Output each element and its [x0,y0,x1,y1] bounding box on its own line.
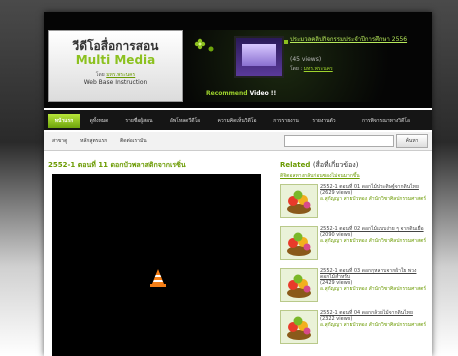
web-page: วีดีโอสื่อการสอน Multi Media โดย มทร.พระ… [44,12,432,356]
logo-tagline: Web Base Instruction [83,79,148,86]
fruit-basket-icon [287,190,311,214]
related-title-text: Related [280,161,311,169]
recommend-by-prefix: โดย : [290,66,303,72]
nav-item-home[interactable]: หน้าแรก [48,114,80,128]
recommend-views: (45 views) [290,56,322,63]
subnav-item-2[interactable]: หลักสูตรแรก [80,137,107,145]
recommend-panel: Recommend Video !! ประมวลคลิปกิจกรรมประจ… [184,30,428,102]
related-subtitle-link[interactable]: ดิจิตอลทางกลับก่อนซองไม่จนมากขึ้น [280,172,360,180]
related-item[interactable]: 2552-1 ตอนที่ 01 ดอกไม้ประดิษฐ์จากดินไทย… [280,184,428,220]
fruit-basket-icon [287,274,311,298]
nav-item-upload[interactable]: อัพโหลดวีดีโอ [164,114,206,128]
site-logo[interactable]: วีดีโอสื่อการสอน Multi Media โดย มทร.พระ… [48,30,183,102]
related-item-author[interactable]: อ.สุกัญญา สายบัวทอง สำนักวิชาศิลปกรรมศาส… [320,322,428,328]
flower-icon [194,38,206,50]
related-item[interactable]: 2552-1 ตอนที่ 04 ดอกกล้วยไม้จากดินไทย (2… [280,310,428,346]
nav-item-comments[interactable]: ความคิดเห็นวิดีโอ [210,114,264,128]
recommend-video-link[interactable]: ประมวลคลิปกิจกรรมประจำปีการศึกษา 2556 [290,36,424,44]
sub-nav: สาขาดู หลักสูตรแรก ติดต่อเรามัน ค้นหา [44,132,432,151]
related-item[interactable]: 2552-1 ตอนที่ 03 ดอกกุหลาบจากผ้าใย พวงดอ… [280,268,428,304]
fruit-basket-icon [287,232,311,256]
nav-item-review[interactable]: การพิจารณาทางวิดีโอ [346,114,426,128]
subnav-item-1[interactable]: สาขาดู [52,137,67,145]
bullet-icon [284,40,288,44]
subnav-item-3[interactable]: ติดต่อเรามัน [120,137,147,145]
related-thumbnail[interactable] [280,184,318,218]
video-player[interactable] [52,174,261,356]
related-item-author[interactable]: อ.สุกัญญา สายบัวทอง สำนักวิชาศิลปกรรมศาส… [320,196,428,202]
related-heading: Related (สื่อที่เกี่ยวข้อง) [280,160,358,171]
related-item-text: 2552-1 ตอนที่ 03 ดอกกุหลาบจากผ้าใย พวงดอ… [320,268,428,292]
related-thumbnail[interactable] [280,226,318,260]
related-thumbnail[interactable] [280,310,318,344]
logo-subtitle: Multi Media [75,53,156,67]
logo-by-link[interactable]: มทร.พระนคร [106,72,135,78]
recommend-label-suffix: Video !! [249,90,277,97]
recommend-label: Recommend Video !! [206,90,276,97]
recommend-by-link[interactable]: มทร.พระนคร [304,66,333,72]
search-input[interactable] [284,135,394,147]
related-item-title[interactable]: 2552-1 ตอนที่ 03 ดอกกุหลาบจากผ้าใย พวงดอ… [320,268,428,280]
related-item-author[interactable]: อ.สุกัญญา สายบัวทอง สำนักวิชาศิลปกรรมศาส… [320,286,428,292]
main-nav: หน้าแรก ดูทั้งหมด รายชื่อผู้สอน อัพโหลดว… [44,110,432,130]
thumbnail-screen [242,44,276,66]
video-title: 2552-1 ตอนที่ 11 ดอกบัวพลาสติกจากเรซิ่น [48,161,186,169]
related-item-author[interactable]: อ.สุกัญญา สายบัวทอง สำนักวิชาศิลปกรรมศาส… [320,238,428,244]
related-item-text: 2552-1 ตอนที่ 04 ดอกกล้วยไม้จากดินไทย (2… [320,310,428,328]
related-item-text: 2552-1 ตอนที่ 01 ดอกไม้ประดิษฐ์จากดินไทย… [320,184,428,202]
screenshot-frame: วีดีโอสื่อการสอน Multi Media โดย มทร.พระ… [0,0,458,356]
nav-item-all[interactable]: ดูทั้งหมด [84,114,114,128]
fruit-basket-icon [287,316,311,340]
nav-item-register[interactable]: รายงานตัว [306,114,342,128]
recommend-video-thumbnail[interactable] [234,36,284,78]
logo-by-prefix: โดย [95,72,105,78]
vlc-cone-icon [150,269,166,287]
related-thumbnail[interactable] [280,268,318,302]
related-item[interactable]: 2552-1 ตอนที่ 02 ดอกไม้แบบง่าย ๆ จากดินเ… [280,226,428,262]
small-flower-icon [208,46,214,52]
recommend-label-text: Recommend [206,90,248,97]
related-title-suffix: (สื่อที่เกี่ยวข้อง) [312,161,359,169]
related-item-text: 2552-1 ตอนที่ 02 ดอกไม้แบบง่าย ๆ จากดินเ… [320,226,428,244]
logo-byline: โดย มทร.พระนคร [49,71,182,79]
nav-item-instructors[interactable]: รายชื่อผู้สอน [118,114,160,128]
nav-item-report[interactable]: การรายงาน [268,114,304,128]
search-button[interactable]: ค้นหา [396,134,428,148]
site-header: วีดีโอสื่อการสอน Multi Media โดย มทร.พระ… [44,12,432,108]
recommend-byline: โดย : มทร.พระนคร [290,65,333,73]
